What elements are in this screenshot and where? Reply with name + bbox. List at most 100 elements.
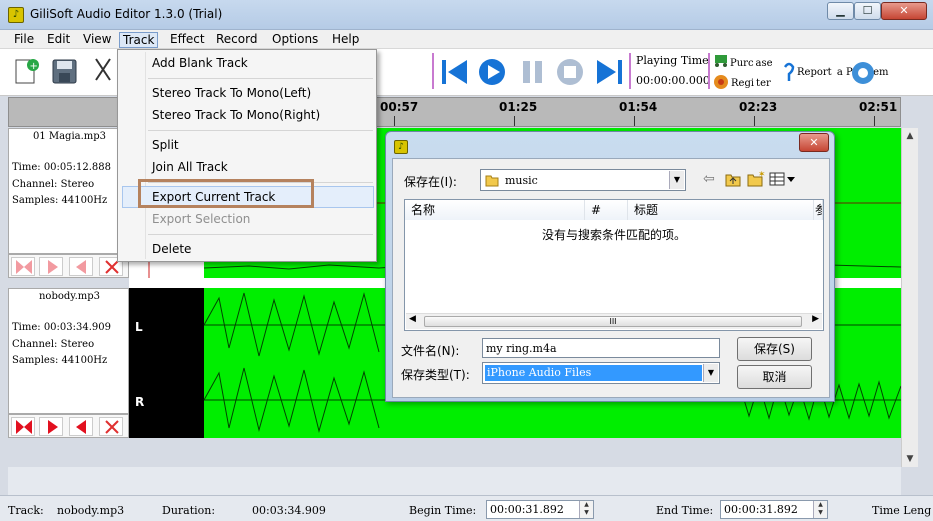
cart-icon[interactable] (712, 52, 730, 71)
dialog-app-icon: ♪ (394, 140, 408, 154)
menu-file[interactable]: File (11, 32, 37, 48)
mark-start-button[interactable] (11, 257, 35, 276)
new-folder-icon[interactable]: ✶ (747, 170, 766, 190)
scroll-down-arrow-icon[interactable]: ▼ (902, 451, 918, 467)
delete-track-button[interactable] (99, 417, 123, 436)
scroll-right-arrow-icon[interactable]: ▶ (812, 314, 819, 324)
menu-bar: File Edit View Track Effect Record Optio… (0, 30, 933, 49)
new-file-icon[interactable]: + (14, 58, 40, 89)
menu-delete[interactable]: Delete (152, 242, 191, 256)
track-time: Time: 00:03:34.909 (12, 322, 111, 333)
ruler-tick-label: 01:25 (499, 100, 538, 114)
status-track-label: Track: (8, 504, 44, 517)
menu-track[interactable]: Track (119, 32, 159, 48)
filetype-label: 保存类型(T): (401, 368, 470, 382)
play-icon[interactable] (477, 56, 507, 91)
left-channel-label: L (135, 320, 143, 334)
playing-time-value: 00:00:00.000 (636, 74, 710, 87)
menu-edit[interactable]: Edit (44, 32, 73, 48)
toolbar-separator (629, 53, 631, 89)
ruler-tick-label: 02:51 (859, 100, 898, 114)
save-in-combobox[interactable]: music ▼ (480, 169, 686, 191)
play-track-button[interactable] (39, 257, 63, 276)
save-in-value: music (505, 174, 538, 187)
column-header-more[interactable]: 参 (814, 200, 823, 220)
end-time-spinner[interactable]: 00:00:31.892 ▲ ▼ (720, 500, 828, 519)
skip-back-icon[interactable] (440, 56, 470, 91)
view-menu-icon[interactable] (769, 171, 797, 190)
spinner-arrows-icon[interactable]: ▲ ▼ (579, 501, 593, 518)
menu-view[interactable]: View (80, 32, 114, 48)
menu-separator (148, 78, 373, 79)
status-track-value: nobody.mp3 (57, 504, 125, 517)
dropdown-arrow-icon[interactable]: ▼ (669, 171, 684, 189)
annotation-highlight-box (138, 179, 314, 208)
pause-icon[interactable] (518, 56, 548, 91)
right-channel-label: R (135, 395, 145, 409)
cut-icon[interactable] (92, 56, 114, 89)
column-header-number[interactable]: # (585, 200, 628, 220)
close-button[interactable]: ✕ (881, 2, 927, 20)
up-folder-icon[interactable] (725, 171, 741, 190)
mark-start-button[interactable] (11, 417, 35, 436)
filename-input[interactable]: my ring.m4a (482, 338, 720, 358)
horizontal-scrollbar[interactable]: ◀ III ▶ (406, 313, 822, 329)
play-track-button[interactable] (39, 417, 63, 436)
save-in-label: 保存在(I): (404, 175, 457, 189)
menu-split[interactable]: Split (152, 138, 179, 152)
mute-button[interactable] (69, 417, 93, 436)
maximize-button[interactable]: ☐ (854, 2, 881, 20)
filetype-combobox[interactable]: iPhone Audio Files ▼ (482, 362, 720, 384)
minimize-button[interactable]: ▁ (827, 2, 854, 20)
track-info-panel[interactable]: 01 Magia.mp3 Time: 00:05:12.888 Channel:… (8, 128, 129, 254)
status-duration-label: Duration: (162, 504, 216, 517)
track-samples: Samples: 44100Hz (12, 355, 108, 366)
save-icon[interactable] (52, 58, 78, 89)
help-icon[interactable] (782, 61, 796, 88)
file-list-view[interactable]: 名称 # 标题 参 没有与搜索条件匹配的项。 ◀ III ▶ (404, 199, 824, 331)
menu-gutter (145, 52, 146, 259)
menu-add-blank-track[interactable]: Add Blank Track (152, 56, 248, 70)
track-name: 01 Magia.mp3 (32, 131, 107, 142)
status-begin-label: Begin Time: (409, 504, 477, 517)
track-channel: Channel: Stereo (12, 339, 95, 350)
dialog-body: 保存在(I): music ▼ ⇦ ✶ 名称 # 标题 参 没有与搜索条件匹配的… (392, 158, 830, 398)
scroll-up-arrow-icon[interactable]: ▲ (902, 128, 918, 144)
status-duration-value: 00:03:34.909 (252, 504, 326, 517)
dropdown-arrow-icon[interactable]: ▼ (703, 364, 718, 382)
menu-options[interactable]: Options (269, 32, 321, 48)
begin-time-spinner[interactable]: 00:00:31.892 ▲ ▼ (486, 500, 594, 519)
mute-button[interactable] (69, 257, 93, 276)
skip-forward-icon[interactable] (594, 56, 624, 91)
save-button[interactable]: 保存(S) (737, 337, 812, 361)
settings-gear-icon[interactable] (848, 58, 878, 91)
empty-list-message: 没有与搜索条件匹配的项。 (541, 228, 686, 242)
toolbar-separator (708, 53, 710, 89)
spinner-arrows-icon[interactable]: ▲ ▼ (813, 501, 827, 518)
column-header-title[interactable]: 标题 (628, 200, 814, 220)
scroll-thumb[interactable]: III (424, 316, 802, 327)
empty-track-area (8, 467, 901, 495)
register-link[interactable]: Regi ter (731, 78, 771, 89)
menu-stereo-to-mono-left[interactable]: Stereo Track To Mono(Left) (152, 86, 311, 100)
track-samples: Samples: 44100Hz (12, 195, 108, 206)
back-arrow-icon[interactable]: ⇦ (703, 171, 715, 187)
menu-join-all-track[interactable]: Join All Track (152, 160, 228, 174)
track-info-panel[interactable]: nobody.mp3 Time: 00:03:34.909 Channel: S… (8, 288, 129, 414)
window-title: GiliSoft Audio Editor 1.3.0 (Trial) (30, 7, 223, 21)
cancel-button[interactable]: 取消 (737, 365, 812, 389)
menu-record[interactable]: Record (213, 32, 260, 48)
menu-stereo-to-mono-right[interactable]: Stereo Track To Mono(Right) (152, 108, 320, 122)
save-as-dialog: ♪ ✕ 保存在(I): music ▼ ⇦ ✶ 名称 # 标题 参 没有与搜索条… (385, 131, 835, 402)
menu-effect[interactable]: Effect (167, 32, 208, 48)
scroll-left-arrow-icon[interactable]: ◀ (409, 314, 416, 324)
dialog-close-button[interactable]: ✕ (799, 133, 829, 152)
ruler-tick (394, 116, 395, 126)
purchase-link[interactable]: Purc ase (730, 58, 773, 69)
stop-icon[interactable] (555, 56, 585, 91)
column-header-name[interactable]: 名称 (405, 200, 585, 220)
track-time: Time: 00:05:12.888 (12, 162, 111, 173)
vertical-scrollbar[interactable]: ▲ ▼ (901, 128, 918, 467)
register-icon[interactable] (713, 74, 729, 93)
menu-help[interactable]: Help (329, 32, 362, 48)
